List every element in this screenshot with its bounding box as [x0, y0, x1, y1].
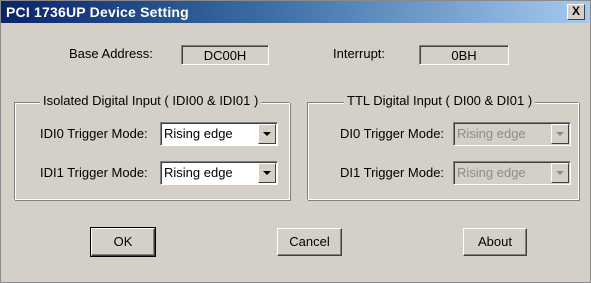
- di1-trigger-mode-label: DI1 Trigger Mode:: [340, 165, 445, 180]
- isolated-input-group-legend: Isolated Digital Input ( IDI00 & IDI01 ): [40, 93, 262, 108]
- ttl-input-group-legend: TTL Digital Input ( DI00 & DI01 ): [344, 93, 536, 108]
- interrupt-value: 0BH: [419, 45, 509, 65]
- chevron-down-icon: [263, 132, 271, 136]
- chevron-down-icon: [556, 171, 564, 175]
- idi0-trigger-mode-value: Rising edge: [164, 126, 233, 141]
- idi1-dropdown-button[interactable]: [258, 163, 276, 183]
- di0-trigger-mode-label: DI0 Trigger Mode:: [340, 126, 445, 141]
- close-icon: X: [571, 4, 580, 18]
- idi1-trigger-mode-value: Rising edge: [164, 165, 233, 180]
- base-address-label: Base Address:: [69, 46, 153, 61]
- idi1-trigger-mode-select[interactable]: Rising edge: [160, 161, 278, 185]
- ttl-input-group: [307, 102, 579, 200]
- idi0-trigger-mode-label: IDI0 Trigger Mode:: [40, 126, 148, 141]
- chevron-down-icon: [556, 132, 564, 136]
- isolated-input-group: [14, 102, 290, 200]
- di0-dropdown-button[interactable]: [551, 124, 569, 144]
- window-title: PCI 1736UP Device Setting: [6, 4, 189, 20]
- di1-trigger-mode-select[interactable]: Rising edge: [453, 161, 571, 185]
- di0-trigger-mode-value: Rising edge: [457, 126, 526, 141]
- device-setting-dialog: PCI 1736UP Device Setting X Base Address…: [0, 0, 591, 283]
- idi0-dropdown-button[interactable]: [258, 124, 276, 144]
- di1-dropdown-button[interactable]: [551, 163, 569, 183]
- di1-trigger-mode-value: Rising edge: [457, 165, 526, 180]
- title-bar[interactable]: PCI 1736UP Device Setting X: [1, 1, 590, 23]
- di0-trigger-mode-select[interactable]: Rising edge: [453, 122, 571, 146]
- about-button[interactable]: About: [463, 228, 527, 256]
- idi1-trigger-mode-label: IDI1 Trigger Mode:: [40, 165, 148, 180]
- cancel-button[interactable]: Cancel: [277, 228, 342, 256]
- ok-button[interactable]: OK: [90, 227, 156, 257]
- interrupt-label: Interrupt:: [333, 46, 386, 61]
- chevron-down-icon: [263, 171, 271, 175]
- close-button[interactable]: X: [567, 4, 585, 20]
- base-address-value: DC00H: [181, 45, 269, 65]
- idi0-trigger-mode-select[interactable]: Rising edge: [160, 122, 278, 146]
